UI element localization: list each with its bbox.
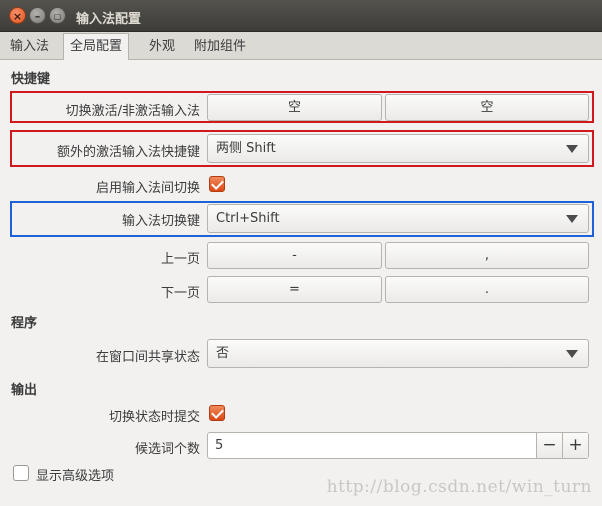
candidate-count-label: 候选词个数: [134, 442, 200, 457]
section-output-heading: 输出: [11, 383, 38, 398]
toggle-ime-key1-button[interactable]: 空: [207, 94, 382, 121]
commit-on-switch-checkbox[interactable]: [209, 405, 225, 421]
close-window-button[interactable]: ×: [9, 7, 26, 24]
enable-switch-label: 启用输入法间切换: [95, 181, 200, 196]
extra-ime-hotkey-dropdown[interactable]: 两侧 Shift: [207, 134, 589, 163]
global-config-panel: 快捷键 切换激活/非激活输入法 空 空 额外的激活输入法快捷键 两侧 Shift…: [0, 60, 602, 506]
maximize-window-button[interactable]: ▢: [49, 7, 66, 24]
candidate-count-value[interactable]: 5: [215, 433, 223, 458]
increment-button[interactable]: +: [562, 433, 588, 458]
tab-appearance[interactable]: 外观: [143, 35, 181, 60]
window-title: 输入法配置: [76, 12, 142, 27]
next-page-key2-button[interactable]: .: [385, 276, 589, 303]
tab-global-config[interactable]: 全局配置: [63, 33, 130, 61]
dropdown-arrow-icon: [566, 215, 578, 223]
candidate-count-spinbox[interactable]: 5 − +: [207, 432, 589, 459]
commit-on-switch-label: 切换状态时提交: [108, 410, 200, 425]
share-state-label: 在窗口间共享状态: [95, 350, 200, 365]
title-bar: × – ▢ 输入法配置: [0, 0, 602, 32]
section-hotkeys-heading: 快捷键: [11, 72, 51, 87]
prev-page-key2-button[interactable]: ,: [385, 242, 589, 269]
section-program-heading: 程序: [11, 316, 38, 331]
switch-key-label: 输入法切换键: [121, 214, 200, 229]
share-state-value: 否: [216, 346, 230, 361]
switch-key-dropdown[interactable]: Ctrl+Shift: [207, 204, 589, 233]
extra-ime-hotkey-label: 额外的激活输入法快捷键: [56, 145, 200, 160]
share-state-dropdown[interactable]: 否: [207, 339, 589, 368]
toggle-ime-label: 切换激活/非激活输入法: [65, 104, 200, 119]
show-advanced-checkbox[interactable]: [13, 465, 29, 481]
tab-bar: 输入法 全局配置 外观 附加组件: [0, 32, 602, 61]
next-page-label: 下一页: [160, 286, 200, 301]
watermark-text: http://blog.csdn.net/win_turn: [326, 477, 592, 497]
prev-page-key1-button[interactable]: -: [207, 242, 382, 269]
minimize-window-button[interactable]: –: [29, 7, 46, 24]
enable-switch-checkbox[interactable]: [209, 176, 225, 192]
dropdown-arrow-icon: [566, 350, 578, 358]
tab-addons[interactable]: 附加组件: [188, 35, 252, 60]
toggle-ime-key2-button[interactable]: 空: [385, 94, 589, 121]
tab-input-methods[interactable]: 输入法: [4, 35, 55, 60]
dropdown-arrow-icon: [566, 145, 578, 153]
show-advanced-label[interactable]: 显示高级选项: [36, 465, 114, 484]
switch-key-value: Ctrl+Shift: [216, 211, 280, 226]
next-page-key1-button[interactable]: =: [207, 276, 382, 303]
prev-page-label: 上一页: [160, 252, 200, 267]
extra-ime-hotkey-value: 两侧 Shift: [216, 141, 276, 156]
decrement-button[interactable]: −: [536, 433, 562, 458]
